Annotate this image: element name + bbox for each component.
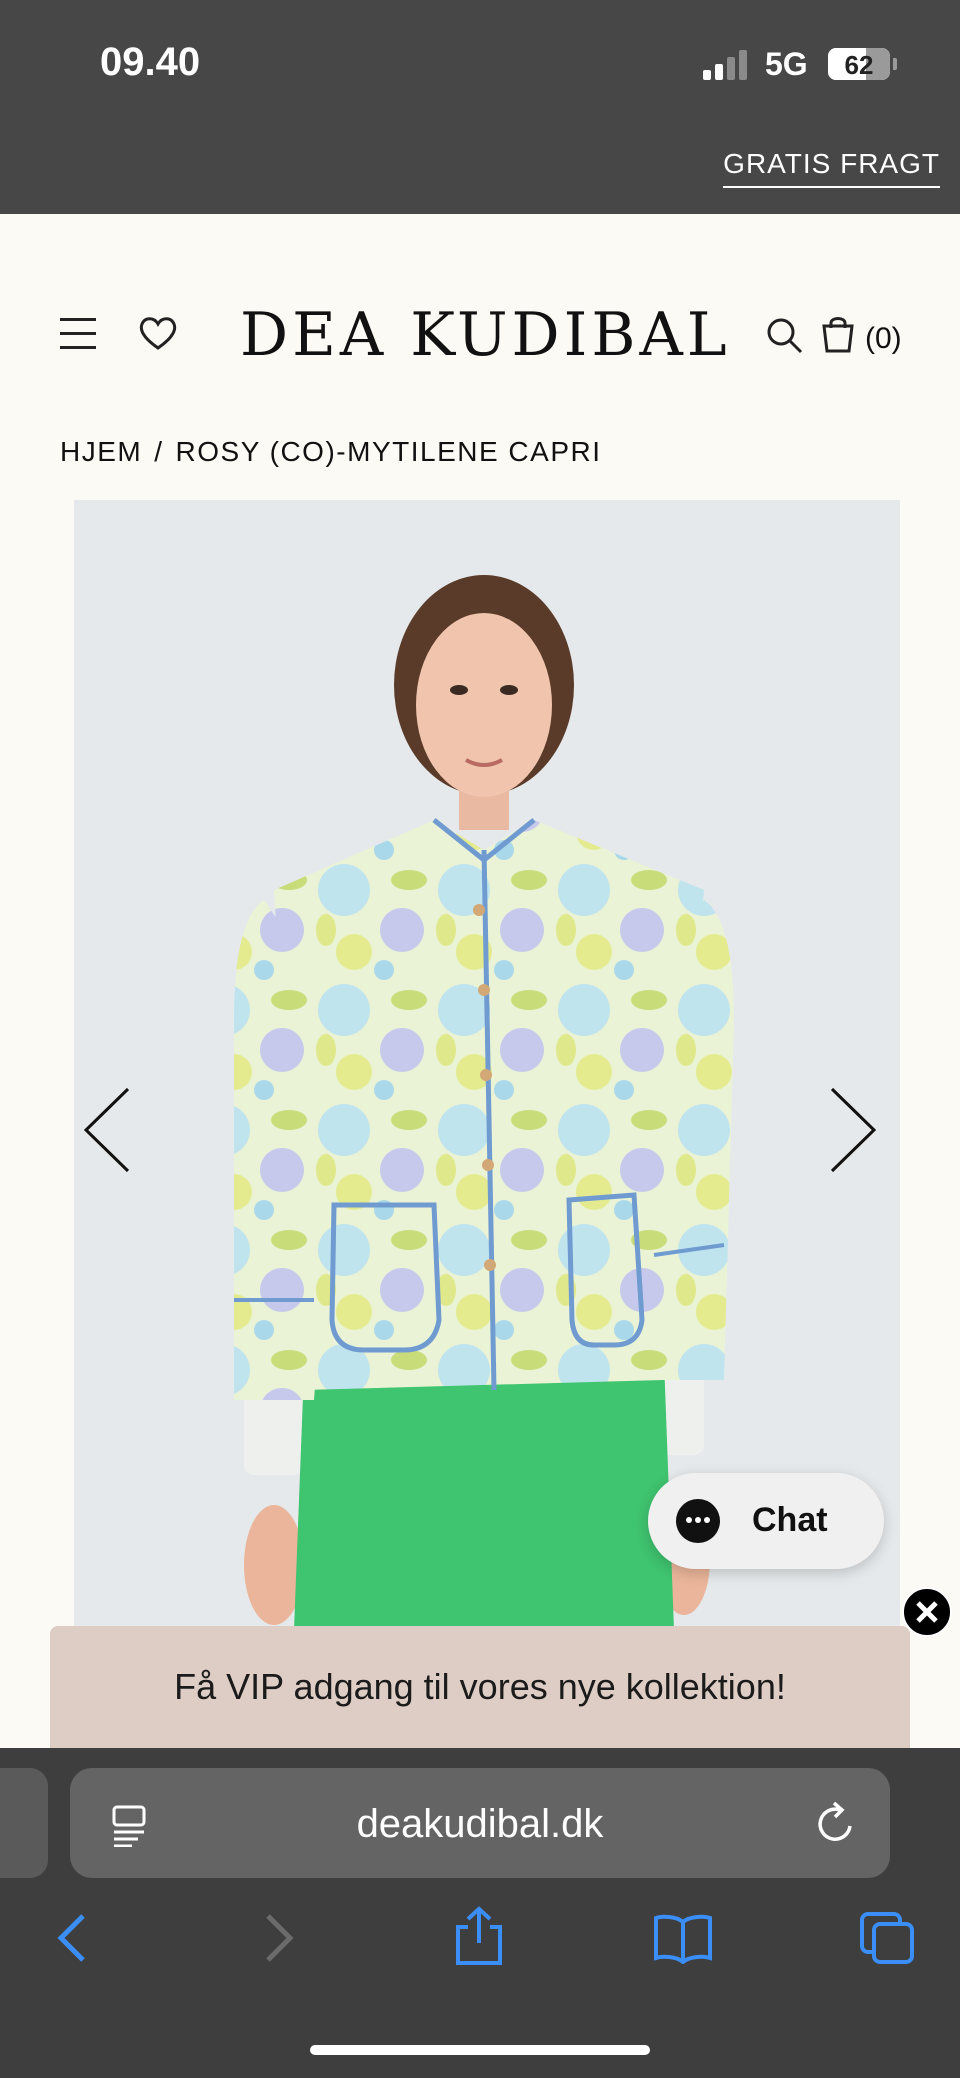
cart-count[interactable]: (0) <box>865 322 902 356</box>
heart-icon[interactable] <box>138 315 178 351</box>
breadcrumb-separator: / <box>154 436 164 467</box>
bag-icon[interactable] <box>820 314 856 354</box>
bookmarks-icon[interactable] <box>652 1912 714 1964</box>
brand-logo[interactable]: DEA KUDIBAL <box>240 300 731 370</box>
product-image[interactable] <box>74 500 900 1630</box>
chat-button[interactable]: Chat <box>648 1473 884 1569</box>
status-time: 09.40 <box>100 40 201 84</box>
network-label: 5G <box>765 46 808 82</box>
search-icon[interactable] <box>765 316 805 356</box>
battery-level: 62 <box>844 50 874 80</box>
breadcrumb-home[interactable]: HJEM <box>60 436 142 467</box>
reload-icon[interactable] <box>814 1800 858 1846</box>
previous-tab[interactable] <box>0 1768 48 1878</box>
menu-icon[interactable] <box>60 318 96 354</box>
free-shipping-link[interactable]: GRATIS FRAGT <box>723 148 940 188</box>
tabs-icon[interactable] <box>858 1910 916 1966</box>
vip-banner[interactable]: Få VIP adgang til vores nye kollektion! <box>50 1626 910 1748</box>
home-indicator <box>310 2045 650 2055</box>
vip-text: Få VIP adgang til vores nye kollektion! <box>174 1666 786 1707</box>
battery-icon: 62 <box>828 48 890 80</box>
url-text: deakudibal.dk <box>356 1802 604 1846</box>
breadcrumb: HJEM / ROSY (CO)-MYTILENE CAPRI <box>60 436 602 468</box>
chat-bubble-icon <box>676 1499 720 1543</box>
chevron-right-icon[interactable] <box>820 1085 880 1175</box>
signal-icon <box>703 50 747 80</box>
chevron-left-icon[interactable] <box>80 1085 140 1175</box>
close-icon[interactable] <box>902 1587 952 1637</box>
forward-icon[interactable] <box>262 1912 296 1964</box>
chat-label: Chat <box>752 1501 828 1539</box>
battery-tip <box>893 58 897 70</box>
back-icon[interactable] <box>55 1912 89 1964</box>
share-icon[interactable] <box>452 1905 506 1967</box>
address-bar[interactable]: deakudibal.dk <box>70 1768 890 1878</box>
breadcrumb-current: ROSY (CO)-MYTILENE CAPRI <box>175 436 602 467</box>
